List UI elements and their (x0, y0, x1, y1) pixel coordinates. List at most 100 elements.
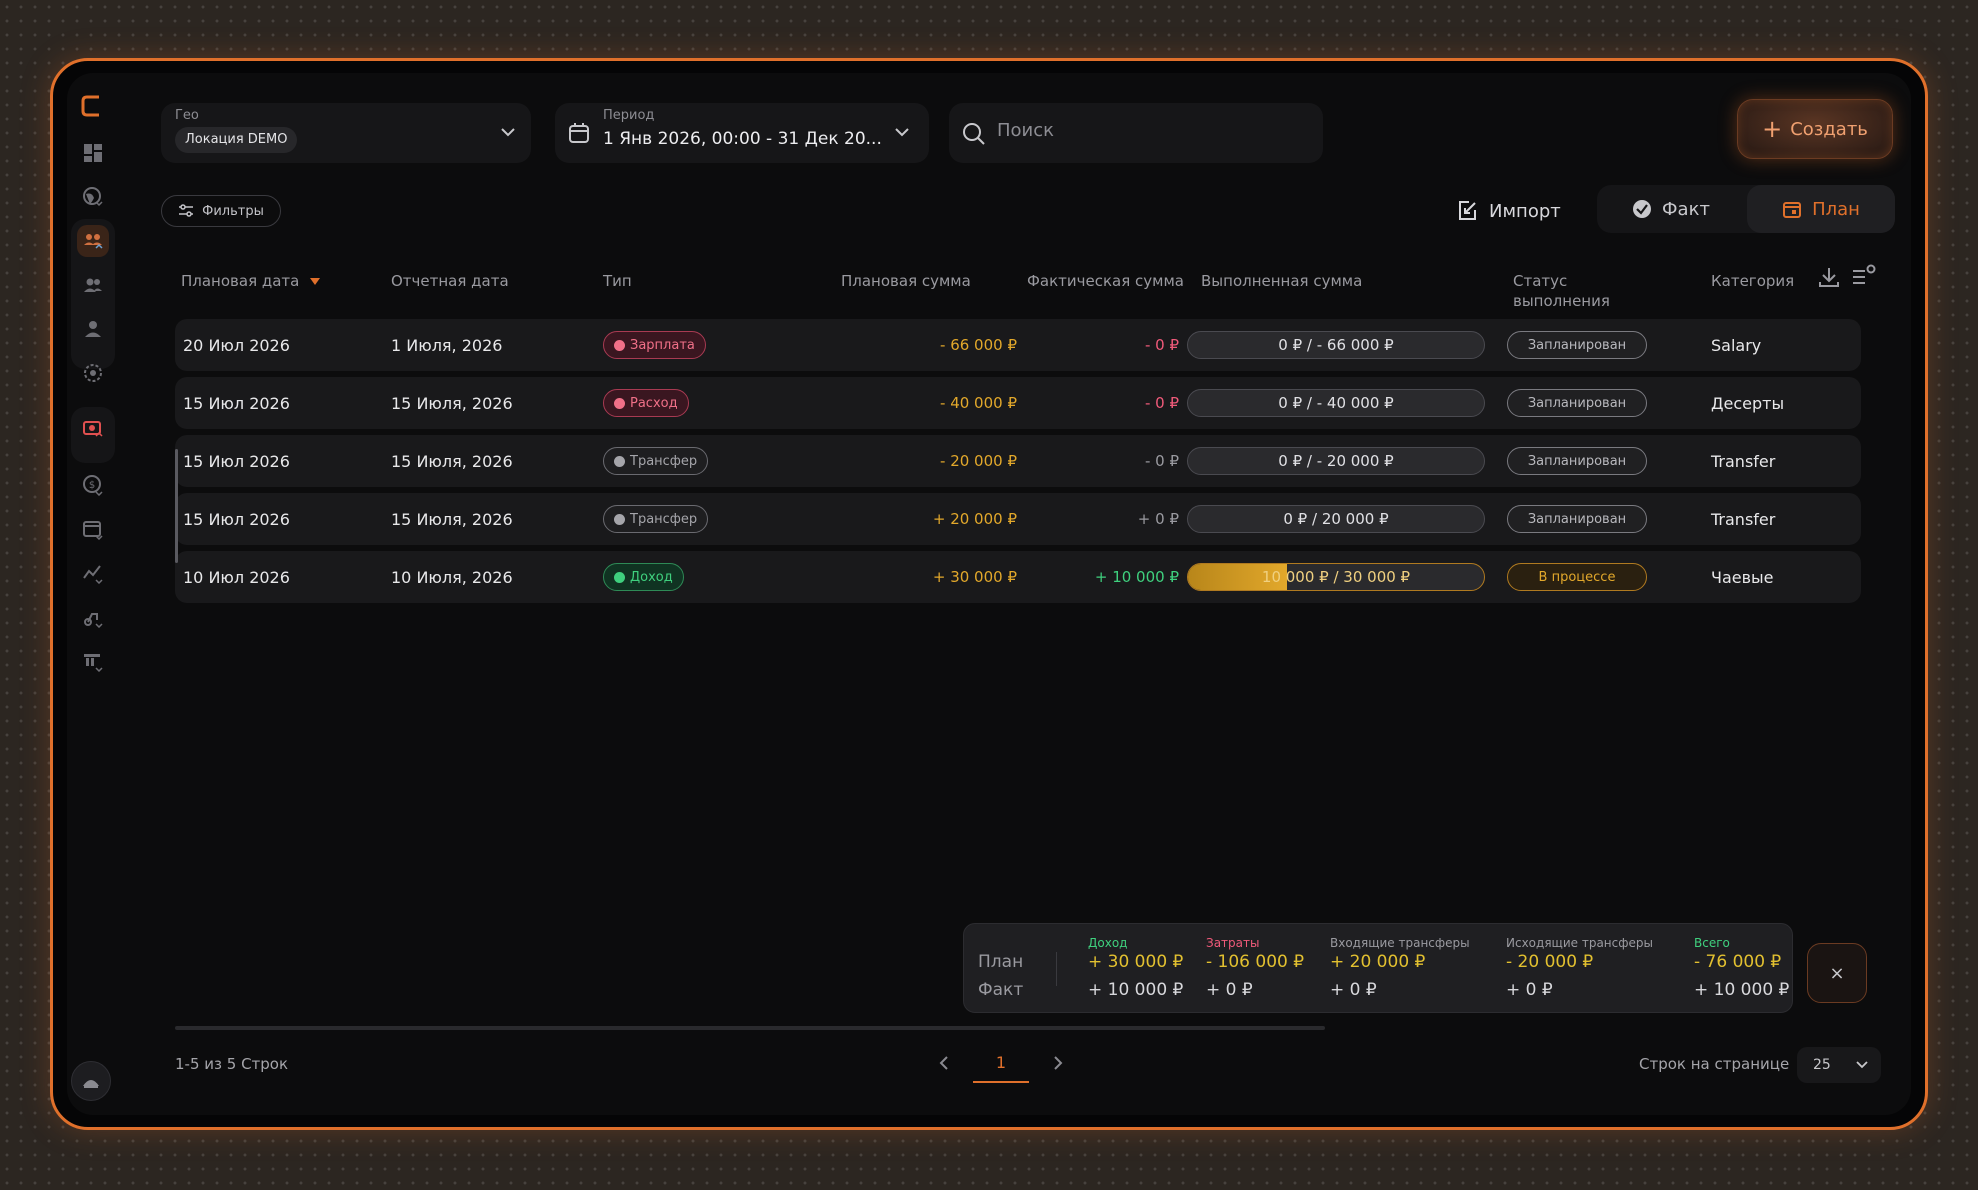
summary-column-header: Затраты (1206, 936, 1260, 950)
chevron-left-icon (939, 1056, 948, 1070)
calendar-icon[interactable] (77, 513, 109, 545)
summary-fact-label: Факт (978, 980, 1024, 1000)
table-row[interactable]: 10 Июл 2026 10 Июля, 2026 Доход + 30 000 ₽ +… (175, 551, 1861, 603)
table-row[interactable]: 20 Июл 2026 1 Июля, 2026 Зарплата - 66 000 … (175, 319, 1861, 371)
finance-icon[interactable] (77, 413, 109, 445)
status-badge[interactable]: Запланирован (1507, 505, 1647, 533)
target-icon[interactable] (77, 357, 109, 389)
status-badge[interactable]: Запланирован (1507, 389, 1647, 417)
header-category[interactable]: Категория (1711, 271, 1794, 291)
table-row[interactable]: 15 Июл 2026 15 Июля, 2026 Расход - 40 000 ₽… (175, 377, 1861, 429)
type-badge-label: Трансфер (630, 453, 698, 469)
period-label: Период (603, 108, 655, 123)
status-badge[interactable]: В процессе (1507, 563, 1647, 591)
category-cell: Salary (1711, 335, 1762, 355)
type-badge[interactable]: Доход (603, 563, 684, 591)
geo-label: Гео (175, 108, 199, 123)
summary-plan-value: - 106 000 ₽ (1206, 952, 1305, 972)
close-summary-button[interactable]: × (1807, 943, 1867, 1003)
header-status[interactable]: Статус выполнения (1513, 271, 1623, 311)
user-icon[interactable] (77, 313, 109, 345)
currency-icon[interactable]: $ (77, 469, 109, 501)
status-badge[interactable]: Запланирован (1507, 447, 1647, 475)
geo-select[interactable]: Гео Локация DEMO (161, 103, 531, 163)
download-icon[interactable] (1817, 265, 1841, 289)
header-plan-date[interactable]: Плановая дата (181, 271, 321, 291)
fact-sum-cell: - 0 ₽ (1144, 452, 1179, 470)
close-icon: × (1829, 962, 1845, 984)
rows-per-page-select[interactable]: 25 (1797, 1047, 1881, 1083)
team-icon[interactable] (77, 225, 109, 257)
type-badge[interactable]: Расход (603, 389, 689, 417)
period-select[interactable]: Период 1 Янв 2026, 00:00 - 31 Дек 20... (555, 103, 929, 163)
create-button-label: Создать (1790, 118, 1868, 140)
transfer-icon (614, 455, 625, 467)
income-icon (614, 571, 625, 583)
warehouse-icon[interactable] (77, 645, 109, 677)
page-1-button[interactable]: 1 (973, 1043, 1029, 1083)
users-icon[interactable] (77, 269, 109, 301)
chart-icon[interactable] (77, 557, 109, 589)
table-row[interactable]: 15 Июл 2026 15 Июля, 2026 Трансфер - 20 000… (175, 435, 1861, 487)
search-icon (963, 123, 985, 145)
search-input[interactable]: Поиск (949, 103, 1323, 163)
type-cell: Расход (603, 377, 689, 429)
logo-icon[interactable] (79, 93, 105, 119)
header-type[interactable]: Тип (603, 271, 632, 291)
plan-tab[interactable]: План (1747, 185, 1895, 233)
user-avatar[interactable] (71, 1061, 111, 1101)
summary-column-header: Исходящие трансферы (1506, 936, 1653, 950)
done-progress-bar: 0 ₽ / 20 000 ₽ (1187, 505, 1485, 533)
app-window: $ Гео Локация DEMO Период 1 Янв 2026, 00… (67, 73, 1911, 1115)
next-page-button[interactable] (1043, 1043, 1073, 1083)
header-report-date[interactable]: Отчетная дата (391, 271, 509, 291)
filters-button[interactable]: Фильтры (161, 195, 281, 227)
create-button[interactable]: + Создать (1737, 99, 1893, 159)
status-badge[interactable]: Запланирован (1507, 331, 1647, 359)
svg-text:$: $ (89, 480, 95, 491)
geo-chip[interactable]: Локация DEMO (175, 127, 298, 153)
summary-fact-value: + 0 ₽ (1506, 980, 1553, 1000)
header-done-sum[interactable]: Выполненная сумма (1201, 271, 1362, 291)
report-date-cell: 1 Июля, 2026 (391, 335, 503, 355)
header-fact-sum[interactable]: Фактическая сумма (1027, 271, 1184, 291)
summary-panel: План Факт Доход + 30 000 ₽ + 10 000 ₽ Затра… (963, 923, 1793, 1013)
sort-desc-icon[interactable] (309, 276, 321, 286)
transfer-link-indicator (175, 449, 178, 563)
fact-sum-cell: + 10 000 ₽ (1094, 568, 1179, 586)
type-cell: Зарплата (603, 319, 706, 371)
table-row[interactable]: 15 Июл 2026 15 Июля, 2026 Трансфер + 20 000… (175, 493, 1861, 545)
summary-fact-value: + 10 000 ₽ (1088, 980, 1184, 1000)
type-badge-label: Зарплата (630, 337, 695, 353)
summary-column-header: Входящие трансферы (1330, 936, 1470, 950)
chevron-down-icon[interactable] (497, 121, 519, 143)
type-cell: Доход (603, 551, 684, 603)
type-badge[interactable]: Зарплата (603, 331, 706, 359)
type-badge-label: Трансфер (630, 511, 698, 527)
fact-tab[interactable]: Факт (1597, 185, 1745, 233)
chevron-down-icon[interactable] (891, 121, 913, 143)
plan-sum-cell: - 40 000 ₽ (940, 394, 1017, 412)
globe-icon[interactable] (77, 181, 109, 213)
prev-page-button[interactable] (929, 1043, 959, 1083)
summary-plan-value: + 20 000 ₽ (1330, 952, 1426, 972)
horizontal-scrollbar[interactable] (175, 1026, 1325, 1030)
import-label: Импорт (1489, 200, 1561, 222)
transfer-icon (614, 513, 625, 525)
summary-column-header: Доход (1088, 936, 1128, 950)
import-button[interactable]: Импорт (1457, 193, 1561, 229)
type-cell: Трансфер (603, 493, 709, 545)
type-badge[interactable]: Трансфер (603, 447, 709, 475)
summary-fact-value: + 0 ₽ (1330, 980, 1377, 1000)
filters-label: Фильтры (202, 203, 264, 219)
plan-label: План (1812, 198, 1860, 220)
type-badge[interactable]: Трансфер (603, 505, 709, 533)
header-plan-sum[interactable]: Плановая сумма (841, 271, 971, 291)
sidebar: $ (67, 73, 119, 1115)
calendar-icon (569, 123, 589, 143)
fact-sum-cell: - 0 ₽ (1144, 394, 1179, 412)
column-settings-icon[interactable] (1851, 263, 1877, 289)
summary-fact-value: + 10 000 ₽ (1694, 980, 1790, 1000)
delivery-icon[interactable] (77, 601, 109, 633)
dashboard-icon[interactable] (77, 137, 109, 169)
